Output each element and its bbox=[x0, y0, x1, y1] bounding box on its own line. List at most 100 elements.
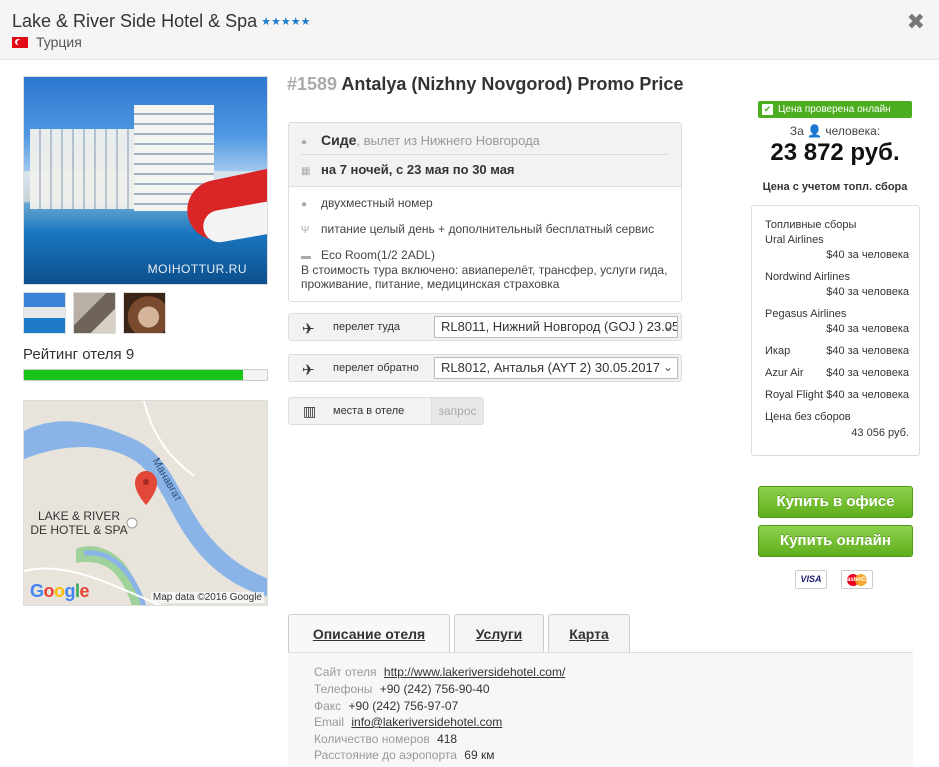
star-rating-icon: ★★★★★ bbox=[261, 16, 311, 28]
hotel-map[interactable]: LAKE & RIVER DE HOTEL & SPA Манавгат Goo… bbox=[23, 400, 268, 606]
return-flight-label: перелет обратно bbox=[333, 362, 419, 374]
hotel-phone-label: Телефоны bbox=[314, 682, 373, 696]
tour-title: #1589 Antalya (Nizhny Novgorod) Promo Pr… bbox=[287, 74, 683, 95]
tab-label: Описание отеля bbox=[312, 626, 426, 642]
tour-included-line: В стоимость тура включено: авиаперелёт, … bbox=[301, 263, 668, 277]
map-attribution: Map data ©2016 Google bbox=[150, 592, 264, 603]
fee-amount: $40 за человека bbox=[826, 389, 909, 401]
info-divider bbox=[301, 154, 669, 155]
mastercard-text: MasterCard bbox=[842, 577, 873, 583]
hotel-building-icon: ▥ bbox=[303, 403, 317, 419]
tour-info-box: ● Сиде, вылет из Нижнего Новгорода ▦ на 7 … bbox=[288, 122, 682, 302]
tour-room: ● двухместный номер bbox=[301, 196, 433, 210]
country-name: Турция bbox=[36, 34, 82, 50]
chevron-down-icon: ⌄ bbox=[662, 319, 673, 333]
fee-amount: $40 за человека bbox=[826, 345, 909, 357]
hotel-main-photo[interactable]: MOIHOTTUR.RU bbox=[23, 76, 268, 285]
price-note: Цена с учетом топл. сбора bbox=[762, 181, 908, 193]
price-without-fees-label: Цена без сборов bbox=[765, 411, 851, 423]
fee-airline: Azur Air bbox=[765, 367, 804, 379]
hotel-email-link[interactable]: info@lakeriversidehotel.com bbox=[351, 715, 502, 729]
close-icon[interactable]: ✖ bbox=[907, 10, 925, 34]
hotel-site-link[interactable]: http://www.lakeriversidehotel.com/ bbox=[384, 665, 565, 679]
fee-airline: Nordwind Airlines bbox=[765, 271, 850, 283]
calendar-icon: ▦ bbox=[301, 166, 311, 177]
price-without-fees-value: 43 056 руб. bbox=[851, 427, 909, 439]
hotel-phone-row: Телефоны +90 (242) 756-90-40 bbox=[314, 682, 490, 696]
tour-price: 23 872 руб. bbox=[770, 139, 900, 166]
tour-id: #1589 bbox=[287, 74, 338, 94]
bed-icon: ▬ bbox=[301, 251, 311, 262]
return-flight-value: RL8012, Анталья (AYT 2) 30.05.2017 bbox=[441, 360, 660, 375]
tab-services[interactable]: Услуги bbox=[454, 614, 544, 652]
plane-departure-icon: ✈ bbox=[302, 321, 315, 338]
return-flight-row: ✈ перелет обратно RL8012, Анталья (AYT 2… bbox=[288, 354, 682, 382]
price-verified-text: Цена проверена онлайн bbox=[778, 104, 891, 115]
buy-online-button[interactable]: Купить онлайн bbox=[758, 525, 913, 557]
hotel-rooms-label: Количество номеров bbox=[314, 732, 430, 746]
visa-logo-icon: VISA bbox=[795, 570, 827, 589]
outbound-flight-row: ✈ перелет туда RL8011, Нижний Новгород (… bbox=[288, 313, 682, 341]
tour-meal: Ψпитание целый день + дополнительный бес… bbox=[301, 222, 654, 236]
hotel-site-row: Сайт отеля http://www.lakeriversidehotel… bbox=[314, 665, 565, 679]
hotel-fax-value: +90 (242) 756-97-07 bbox=[348, 699, 459, 713]
location-pin-icon: ● bbox=[301, 137, 308, 148]
outbound-flight-label: перелет туда bbox=[333, 321, 401, 333]
tour-name: Antalya (Nizhny Novgorod) Promo Price bbox=[341, 74, 684, 94]
hotel-rating-fill bbox=[24, 370, 243, 380]
tour-departure: , вылет из Нижнего Новгорода bbox=[356, 133, 540, 148]
fuel-fees-box: Топливные сборы Ural Airlines $40 за чел… bbox=[751, 205, 920, 456]
return-flight-select[interactable]: RL8012, Анталья (AYT 2) 30.05.2017 ⌄ bbox=[434, 357, 678, 379]
tour-resort: Сиде bbox=[321, 132, 357, 148]
mastercard-logo-icon: MasterCard bbox=[841, 570, 873, 589]
price-per-person-label: За 👤 человека: bbox=[789, 124, 881, 138]
price-verified-badge: ✔ Цена проверена онлайн bbox=[758, 101, 912, 118]
hotel-airport-value: 69 км bbox=[464, 748, 495, 762]
tab-label: Карта bbox=[569, 626, 609, 642]
tab-map[interactable]: Карта bbox=[548, 614, 630, 652]
photo-thumbnail[interactable] bbox=[23, 292, 66, 334]
hotel-airport-label: Расстояние до аэропорта bbox=[314, 748, 457, 762]
buy-in-office-button[interactable]: Купить в офисе bbox=[758, 486, 913, 518]
hotel-seats-label: места в отеле bbox=[333, 405, 405, 417]
hotel-title: Lake & River Side Hotel & Spa ★★★★★ bbox=[12, 11, 310, 32]
outbound-flight-select[interactable]: RL8011, Нижний Новгород (GOJ ) 23.05.201… bbox=[434, 316, 678, 338]
hotel-seats-row: ▥ места в отеле запрос bbox=[288, 397, 484, 425]
plane-arrival-icon: ✈ bbox=[302, 362, 315, 379]
fuel-fees-title: Топливные сборы bbox=[765, 219, 857, 231]
hotel-email-row: Email info@lakeriversidehotel.com bbox=[314, 715, 502, 729]
tour-included-line: проживание, питание, медицинская страхов… bbox=[301, 277, 560, 291]
tour-room-type: ▬ Eco Room(1/2 2ADL) bbox=[301, 248, 435, 262]
person-icon: ● bbox=[301, 199, 308, 210]
tour-room-text: двухместный номер bbox=[321, 196, 433, 210]
fee-amount: $40 за человека bbox=[826, 286, 909, 298]
hotel-name: Lake & River Side Hotel & Spa bbox=[12, 11, 258, 31]
tour-meal-text: питание целый день + дополнительный бесп… bbox=[321, 222, 655, 236]
photo-thumbnail[interactable] bbox=[123, 292, 166, 334]
hotel-phone-value: +90 (242) 756-90-40 bbox=[379, 682, 490, 696]
google-logo: Google bbox=[30, 581, 90, 601]
fee-airline: Икар bbox=[765, 345, 791, 357]
tab-hotel-description[interactable]: Описание отеля bbox=[288, 614, 450, 653]
map-hotel-label-line: LAKE & RIVER bbox=[37, 509, 121, 523]
hotel-fax-row: Факс +90 (242) 756-97-07 bbox=[314, 699, 458, 713]
modal-header: Lake & River Side Hotel & Spa ★★★★★ Турци… bbox=[0, 0, 939, 60]
turkey-flag-icon bbox=[12, 36, 28, 48]
hotel-fax-label: Факс bbox=[314, 699, 342, 713]
hotel-rooms-value: 418 bbox=[437, 732, 458, 746]
outbound-flight-value: RL8011, Нижний Новгород (GOJ ) 23.05.201… bbox=[441, 319, 678, 334]
photo-watermark: MOIHOTTUR.RU bbox=[147, 262, 247, 276]
cutlery-icon: Ψ bbox=[301, 225, 310, 236]
fee-airline: Ural Airlines bbox=[765, 234, 824, 246]
checkmark-icon: ✔ bbox=[762, 104, 773, 115]
hotel-description-panel: Сайт отеля http://www.lakeriversidehotel… bbox=[288, 652, 913, 767]
hotel-country: Турция bbox=[12, 34, 82, 50]
tour-location: ● Сиде, вылет из Нижнего Новгорода bbox=[301, 132, 540, 148]
fee-airline: Royal Flight bbox=[765, 389, 824, 401]
photo-thumbnail[interactable] bbox=[73, 292, 116, 334]
chevron-down-icon: ⌄ bbox=[662, 360, 673, 374]
hotel-seats-status: запрос bbox=[431, 398, 483, 424]
hotel-airport-row: Расстояние до аэропорта 69 км bbox=[314, 748, 494, 762]
fee-airline: Pegasus Airlines bbox=[765, 308, 847, 320]
hotel-email-label: Email bbox=[314, 715, 345, 729]
